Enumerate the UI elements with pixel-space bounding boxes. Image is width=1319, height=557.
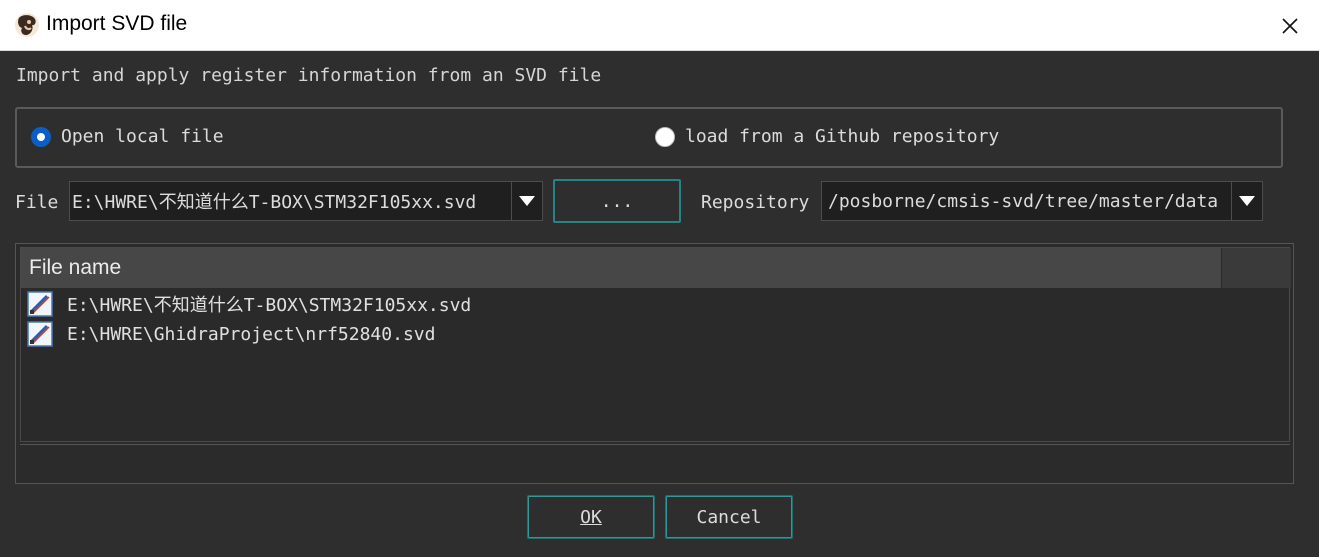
browse-button[interactable]: ... [553,179,681,223]
file-name-cell: E:\HWRE\不知道什么T-BOX\STM32F105xx.svd [67,295,472,316]
radio-unselected-icon[interactable] [655,126,675,147]
radio-selected-icon[interactable] [31,126,51,147]
ghidra-dragon-icon [15,13,39,37]
dialog-description: Import and apply register information fr… [16,65,602,86]
window-title: Import SVD file [46,12,188,35]
table-footer [20,444,1290,480]
file-table[interactable]: File name E:\HWRE\不知道什么T-BOX\STM32F105xx… [20,247,1291,442]
column-header-file-name[interactable]: File name [21,248,1221,288]
repository-combobox[interactable]: /posborne/cmsis-svd/tree/master/data [821,181,1263,221]
close-icon [1282,17,1298,34]
title-bar: Import SVD file [0,0,1319,51]
svd-file-icon [27,291,53,317]
file-path-combobox[interactable]: E:\HWRE\不知道什么T-BOX\STM32F105xx.svd [69,181,543,221]
radio-label-local: Open local file [61,126,224,147]
file-list-panel: File name E:\HWRE\不知道什么T-BOX\STM32F105xx… [15,243,1294,484]
file-path-value[interactable]: E:\HWRE\不知道什么T-BOX\STM32F105xx.svd [70,188,511,214]
repository-label: Repository [701,192,810,213]
ok-button[interactable]: OK [527,495,655,539]
radio-label-github: load from a Github repository [685,126,1000,147]
file-name-cell: E:\HWRE\GhidraProject\nrf52840.svd [67,323,436,345]
file-label: File [15,192,59,213]
table-row[interactable]: E:\HWRE\不知道什么T-BOX\STM32F105xx.svd [21,289,1289,319]
radio-open-local-file[interactable]: Open local file [31,126,224,147]
source-option-group: Open local file load from a Github repos… [15,107,1283,168]
dialog-body: Import and apply register information fr… [0,51,1319,557]
cancel-button[interactable]: Cancel [665,495,793,539]
file-dropdown-button[interactable] [511,182,542,220]
close-button[interactable] [1261,0,1319,51]
ok-button-label: OK [580,506,602,528]
radio-load-from-github[interactable]: load from a Github repository [655,126,999,147]
dropdown-arrow-icon [1239,196,1255,206]
repository-dropdown-button[interactable] [1231,182,1262,220]
svd-file-icon [27,321,53,347]
table-row[interactable]: E:\HWRE\GhidraProject\nrf52840.svd [21,319,1289,349]
dropdown-arrow-icon [519,196,535,206]
column-header-filler [1222,248,1291,288]
repository-value[interactable]: /posborne/cmsis-svd/tree/master/data [822,191,1231,212]
